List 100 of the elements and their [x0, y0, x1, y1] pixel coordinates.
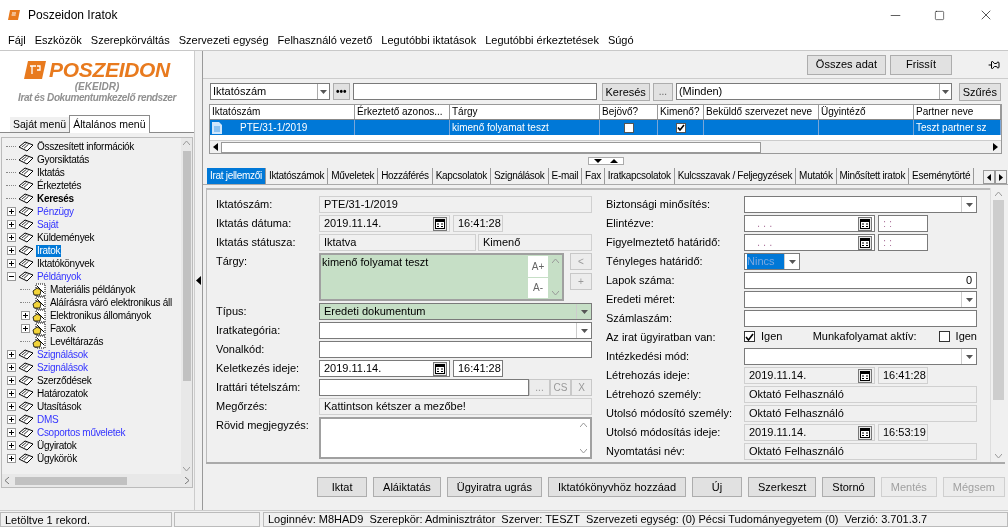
calendar-button[interactable]	[858, 235, 872, 250]
scroll-down-icon[interactable]	[579, 449, 587, 453]
expand-icon[interactable]	[6, 428, 16, 437]
checkbox[interactable]	[938, 331, 950, 342]
pin-icon[interactable]	[988, 58, 1000, 71]
expand-icon[interactable]	[6, 441, 16, 450]
menu-item[interactable]: Szervezeti egység	[178, 31, 269, 49]
tab[interactable]: Irat jellemzői	[207, 168, 266, 184]
scroll-left-icon[interactable]	[213, 143, 218, 151]
action-button[interactable]: Szerkeszt	[748, 477, 817, 497]
menu-item[interactable]: Fájl	[8, 31, 26, 49]
action-button[interactable]: Iktatókönyvhöz hozzáad	[548, 477, 686, 497]
tree-item[interactable]: Faxok	[49, 322, 77, 335]
calendar-button[interactable]	[858, 368, 872, 383]
tab[interactable]: Mutatók	[796, 168, 837, 184]
calendar-button[interactable]	[858, 216, 872, 231]
tree-item[interactable]: Ügykörök	[36, 452, 78, 465]
tree-item[interactable]: Összesített információk	[36, 140, 136, 153]
font-size-button[interactable]: A+	[528, 256, 548, 277]
tree-item[interactable]: Érkeztetés	[36, 179, 83, 192]
ellipsis-button[interactable]: ...	[652, 82, 673, 101]
tree-item[interactable]: Levéltárazás	[49, 335, 105, 348]
tab[interactable]: Eseménytörté	[909, 168, 975, 184]
dropdown-field[interactable]	[744, 348, 977, 365]
tab-scroll-right-button[interactable]	[995, 170, 1007, 184]
scroll-right-icon[interactable]	[993, 143, 998, 151]
subject-textarea[interactable]: kimenő folyamat teszt A+ A-	[319, 253, 564, 301]
input-field[interactable]	[319, 379, 529, 396]
expand-icon[interactable]	[6, 389, 16, 398]
tree-item[interactable]: Gyorsiktatás	[36, 153, 90, 166]
column-header[interactable]: Bejövő?	[600, 105, 658, 119]
filter-dropdown[interactable]: (Minden)	[675, 83, 952, 100]
tree-item[interactable]: Elektronikus állományok	[49, 309, 152, 322]
action-button[interactable]: Új	[692, 477, 742, 497]
collapse-icon[interactable]	[6, 272, 16, 281]
expand-icon[interactable]	[6, 363, 16, 372]
more-button[interactable]: •••	[333, 83, 350, 100]
column-header[interactable]: Érkeztető azonos...	[355, 105, 450, 119]
expand-icon[interactable]	[6, 259, 16, 268]
expand-icon[interactable]	[6, 233, 16, 242]
tree-item[interactable]: Szerződések	[36, 374, 93, 387]
action-button[interactable]: Iktat	[317, 477, 368, 497]
tree-item[interactable]: Iktatókönyvek	[36, 257, 96, 270]
tree-item[interactable]: Pénzügy	[36, 205, 75, 218]
expand-icon[interactable]	[6, 350, 16, 359]
tree-item[interactable]: Iktatás	[36, 166, 66, 179]
expand-icon[interactable]	[6, 376, 16, 385]
time-field[interactable]: 16:41:28	[453, 360, 503, 377]
tree-item[interactable]: Iratok	[36, 244, 62, 257]
tree-item[interactable]: Határozatok	[36, 387, 89, 400]
search-button[interactable]: Keresés	[601, 82, 650, 101]
tree-item[interactable]: Saját	[36, 218, 60, 231]
calendar-button[interactable]	[433, 361, 447, 376]
action-button[interactable]: Ügyiratra ugrás	[446, 477, 542, 497]
expand-icon[interactable]	[6, 454, 16, 463]
toolbar-button[interactable]: Frissít	[890, 54, 952, 75]
search-field-dropdown[interactable]: Iktatószám	[210, 83, 330, 100]
tree-item[interactable]: Materiális példányok	[49, 283, 137, 296]
toolbar-button[interactable]: Összes adat	[806, 54, 886, 75]
splitter-arrows-icon[interactable]	[587, 157, 624, 165]
tab[interactable]: Fax	[582, 168, 605, 184]
tree-item[interactable]: Szignálások	[36, 348, 89, 361]
tree-item[interactable]: Szignálások	[36, 361, 89, 374]
tree-item[interactable]: Ügyiratok	[36, 439, 78, 452]
tree-item[interactable]: DMS	[36, 413, 60, 426]
expand-icon[interactable]	[6, 246, 16, 255]
maximize-icon[interactable]	[934, 9, 945, 21]
expand-icon[interactable]	[6, 207, 16, 216]
table-row[interactable]: PTE/31-1/2019 kimenő folyamat teszt Teszt partner sz	[210, 120, 1001, 135]
tree-item[interactable]: Csoportos műveletek	[36, 426, 127, 439]
column-header[interactable]: Tárgy	[450, 105, 600, 119]
menu-item[interactable]: Felhasználó vezető	[277, 31, 373, 49]
tab-scroll-left-button[interactable]	[983, 170, 995, 184]
expand-icon[interactable]	[20, 311, 30, 320]
font-size-button[interactable]: A-	[528, 277, 548, 298]
filter-button[interactable]: Szűrés	[958, 82, 1001, 101]
checkbox[interactable]	[744, 331, 755, 342]
expand-icon[interactable]	[6, 415, 16, 424]
collapse-arrow-icon[interactable]	[196, 276, 201, 285]
note-textarea[interactable]	[319, 417, 592, 459]
tree-item[interactable]: Küldemények	[36, 231, 96, 244]
input-field[interactable]	[319, 341, 592, 358]
column-header[interactable]: Iktatószám	[210, 105, 355, 119]
action-button[interactable]: Aláiktatás	[373, 477, 441, 497]
calendar-button[interactable]	[858, 425, 872, 440]
tree-item[interactable]: Keresés	[36, 192, 75, 205]
menu-tab[interactable]: Általános menü	[69, 115, 150, 133]
tree-item[interactable]: Példányok	[36, 270, 82, 283]
column-header[interactable]: Ügyintéző	[819, 105, 914, 119]
tree-item[interactable]: Aláírásra váró elektronikus áll	[49, 296, 173, 309]
expand-icon[interactable]	[20, 324, 30, 333]
dropdown-field[interactable]	[744, 291, 977, 308]
column-header[interactable]: Beküldő szervezet neve	[704, 105, 819, 119]
tree-item[interactable]: Utasítások	[36, 400, 83, 413]
action-button[interactable]: Stornó	[822, 477, 875, 497]
menu-item[interactable]: Súgó	[607, 31, 634, 49]
horizontal-scrollbar[interactable]	[210, 140, 1001, 153]
dropdown-field[interactable]	[744, 196, 977, 213]
menu-tab[interactable]: Saját menü	[10, 117, 70, 132]
menu-item[interactable]: Eszközök	[34, 31, 82, 49]
